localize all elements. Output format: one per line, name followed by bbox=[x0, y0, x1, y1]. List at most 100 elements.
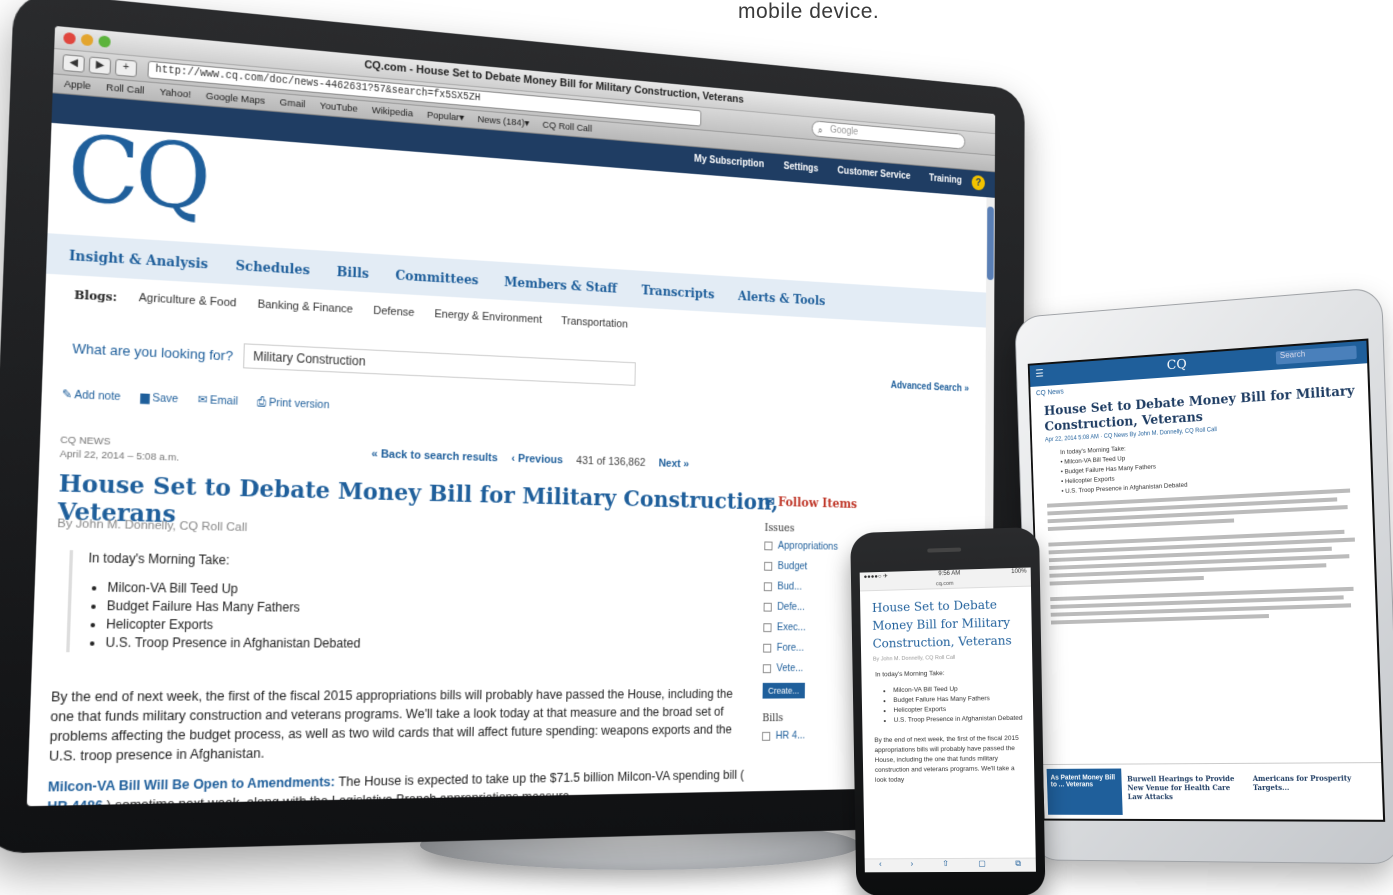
issue-label: Vete... bbox=[776, 662, 804, 675]
email-label: Email bbox=[209, 394, 239, 408]
envelope-icon: ✉ bbox=[764, 493, 779, 509]
back-arrow-icon[interactable]: ‹ bbox=[879, 859, 882, 872]
nav-committees[interactable]: Committees bbox=[395, 267, 479, 287]
bookmark-item[interactable]: Wikipedia bbox=[372, 105, 413, 120]
blog-link[interactable]: Defense bbox=[373, 305, 415, 320]
result-count: 431 of 136,862 bbox=[576, 454, 646, 469]
nav-schedules[interactable]: Schedules bbox=[235, 257, 310, 277]
search-icon: ⌕ bbox=[817, 125, 823, 137]
tablet-promo-strip: As Patent Money Bill to ... Veterans Bur… bbox=[1042, 762, 1384, 820]
body-lead-text: The House is expected to take up the $71… bbox=[338, 767, 745, 790]
carrier-signal: ●●●●○ ✈ bbox=[863, 573, 889, 581]
article-actions: ✎ Add note ▆ Save ✉ Email ⎙ Print versio… bbox=[62, 388, 330, 412]
tabs-icon[interactable]: ⧉ bbox=[1015, 859, 1021, 872]
follow-items-heading: ✉ Follow Items bbox=[765, 494, 940, 513]
printer-icon: ⎙ bbox=[256, 396, 270, 410]
nav-insight-analysis[interactable]: Insight & Analysis bbox=[69, 247, 209, 271]
checkbox-icon bbox=[764, 541, 773, 551]
new-tab-plus-icon[interactable]: + bbox=[114, 58, 138, 77]
print-label: Print version bbox=[268, 396, 330, 412]
checkbox-icon bbox=[762, 731, 771, 741]
cq-logo[interactable]: CQ bbox=[66, 116, 209, 231]
next-link[interactable]: Next » bbox=[658, 458, 689, 471]
issue-label: Fore... bbox=[776, 641, 804, 654]
promo-card[interactable]: As Patent Money Bill to ... Veterans bbox=[1046, 768, 1123, 815]
phone-speaker bbox=[927, 547, 962, 553]
share-icon[interactable]: ⇧ bbox=[942, 859, 949, 872]
folder-icon: ▆ bbox=[140, 391, 153, 405]
checkbox-icon bbox=[763, 582, 773, 591]
my-subscription-link[interactable]: My Subscription bbox=[694, 154, 764, 170]
email-button[interactable]: ✉ Email bbox=[197, 394, 238, 409]
help-icon[interactable]: ? bbox=[971, 174, 985, 191]
customer-service-link[interactable]: Customer Service bbox=[837, 166, 910, 182]
print-button[interactable]: ⎙ Print version bbox=[257, 396, 330, 412]
create-button[interactable]: Create... bbox=[762, 682, 805, 699]
tablet-search-input[interactable]: Search bbox=[1275, 345, 1357, 365]
checkbox-icon bbox=[763, 643, 772, 653]
add-note-label: Add note bbox=[74, 388, 121, 404]
status-time: 9:56 AM bbox=[938, 570, 961, 578]
nav-members-staff[interactable]: Members & Staff bbox=[504, 274, 617, 296]
blog-link[interactable]: Agriculture & Food bbox=[139, 292, 237, 311]
phone-device: ●●●●○ ✈ 9:56 AM 100% cq.com House Set to… bbox=[850, 526, 1046, 895]
bookmark-item[interactable]: Roll Call bbox=[106, 82, 145, 97]
blog-link[interactable]: Transportation bbox=[561, 315, 628, 331]
article-date: April 22, 2014 – 5:08 a.m. bbox=[59, 448, 180, 464]
list-item: Budget Failure Has Many Fathers bbox=[106, 597, 361, 617]
article-byline: By John M. Donnelly, CQ Roll Call bbox=[57, 517, 248, 535]
phone-toolbar: ‹ › ⇧ ▢ ⧉ bbox=[864, 857, 1036, 873]
bookmark-item[interactable]: Yahoo! bbox=[159, 87, 191, 101]
phone-screen: ●●●●○ ✈ 9:56 AM 100% cq.com House Set to… bbox=[859, 567, 1036, 873]
bill-label: HR 4... bbox=[775, 729, 806, 742]
tablet-body-text bbox=[1034, 481, 1376, 625]
bookmark-item[interactable]: Gmail bbox=[280, 97, 306, 110]
settings-link[interactable]: Settings bbox=[784, 161, 819, 174]
previous-link[interactable]: ‹ Previous bbox=[511, 453, 563, 467]
search-prompt-label: What are you looking for? bbox=[72, 339, 234, 364]
tablet-logo[interactable]: CQ bbox=[1167, 357, 1187, 373]
phone-take-list: Milcon-VA Bill Teed Up Budget Failure Ha… bbox=[875, 683, 1033, 726]
training-link[interactable]: Training bbox=[929, 173, 962, 186]
bookmark-item[interactable]: YouTube bbox=[320, 100, 358, 114]
checkbox-icon bbox=[764, 561, 773, 571]
add-note-button[interactable]: ✎ Add note bbox=[62, 388, 121, 404]
phone-take: In today's Morning Take: Milcon-VA Bill … bbox=[861, 667, 1033, 726]
forward-arrow-icon[interactable]: › bbox=[911, 859, 914, 872]
phone-headline: House Set to Debate Money Bill for Milit… bbox=[871, 597, 1012, 651]
save-button[interactable]: ▆ Save bbox=[140, 391, 178, 406]
issue-label: Exec... bbox=[776, 621, 806, 634]
back-arrow-icon[interactable]: ◀ bbox=[62, 53, 85, 73]
bookmark-item[interactable]: News (184)▾ bbox=[477, 114, 529, 129]
bookmark-item[interactable]: Google Maps bbox=[206, 91, 266, 107]
result-pager: « Back to search results ‹ Previous 431 … bbox=[371, 448, 689, 470]
scrollbar-thumb[interactable] bbox=[986, 206, 994, 281]
follow-items-label: Follow Items bbox=[778, 494, 858, 511]
list-item: Helicopter Exports bbox=[106, 616, 361, 636]
pencil-icon: ✎ bbox=[61, 388, 75, 402]
nav-transcripts[interactable]: Transcripts bbox=[641, 282, 714, 301]
advanced-search-link[interactable]: Advanced Search » bbox=[891, 380, 969, 394]
bookmark-item[interactable]: CQ Roll Call bbox=[542, 120, 592, 135]
body-paragraph: By the end of next week, the first of th… bbox=[48, 686, 733, 764]
promo-card[interactable]: Burwell Hearings to Provide New Venue fo… bbox=[1127, 768, 1248, 815]
bookmark-item[interactable]: Apple bbox=[64, 78, 91, 92]
bill-link[interactable]: HR 4486 bbox=[47, 798, 103, 806]
promo-card[interactable]: Americans for Prosperity Targets... bbox=[1252, 767, 1378, 815]
browser-window: CQ.com - House Set to Debate Money Bill … bbox=[26, 25, 996, 807]
bookmarks-icon[interactable]: ▢ bbox=[978, 859, 986, 872]
checkbox-icon bbox=[763, 602, 772, 612]
list-item: U.S. Troop Presence in Afghanistan Debat… bbox=[105, 634, 360, 653]
article-body: By the end of next week, the first of th… bbox=[47, 685, 750, 806]
back-to-results-link[interactable]: « Back to search results bbox=[371, 448, 498, 464]
menu-icon[interactable]: ☰ bbox=[1035, 368, 1044, 379]
blog-link[interactable]: Banking & Finance bbox=[257, 298, 353, 317]
site-search-input[interactable]: Military Construction bbox=[243, 343, 636, 386]
forward-arrow-icon[interactable]: ▶ bbox=[88, 55, 112, 75]
envelope-icon: ✉ bbox=[197, 393, 211, 407]
nav-bills[interactable]: Bills bbox=[336, 263, 369, 280]
bookmark-item[interactable]: Popular▾ bbox=[427, 110, 464, 124]
blog-link[interactable]: Energy & Environment bbox=[434, 308, 542, 327]
battery-level: 100% bbox=[1011, 568, 1027, 576]
nav-alerts-tools[interactable]: Alerts & Tools bbox=[738, 288, 825, 308]
